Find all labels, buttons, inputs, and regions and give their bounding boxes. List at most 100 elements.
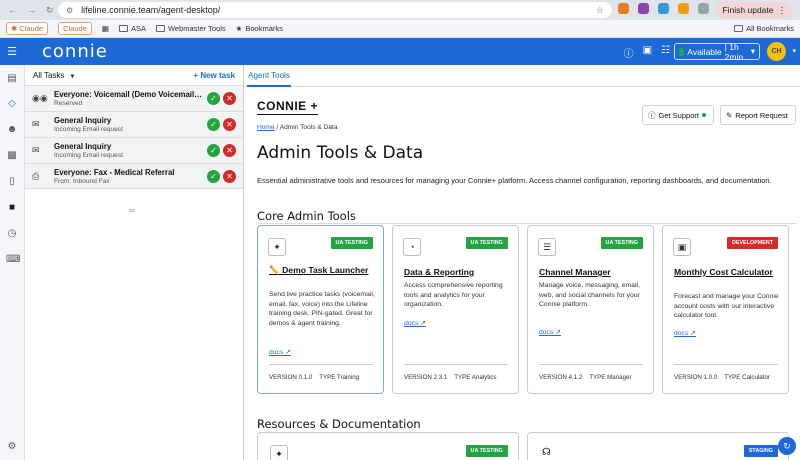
- status-badge: STAGING: [743, 445, 778, 457]
- money-icon: ▣: [673, 238, 691, 256]
- apps-icon[interactable]: ▦: [102, 24, 109, 33]
- task-title: General Inquiry: [54, 142, 112, 151]
- section-title-resources: Resources & Documentation: [257, 417, 421, 431]
- menu-icon[interactable]: ☰: [0, 45, 24, 58]
- clock-icon[interactable]: ◷: [6, 228, 18, 240]
- docs-link[interactable]: docs ↗: [539, 328, 561, 336]
- task-item[interactable]: ✉ General Inquiry Incoming Email request …: [25, 137, 243, 163]
- settings-icon[interactable]: ⚙: [6, 441, 18, 453]
- new-task-button[interactable]: + New task: [193, 71, 235, 80]
- support-icon: ⓘ: [648, 110, 656, 120]
- keyboard-icon[interactable]: ⌨: [6, 254, 20, 266]
- card-description: Forecast and manage your Connie account …: [674, 293, 779, 319]
- purple-extension-icon[interactable]: [638, 3, 649, 14]
- task-subtitle: From: Inbound Fax: [54, 177, 110, 185]
- task-subtitle: Reserved: [54, 100, 83, 107]
- task-title: Everyone: Fax - Medical Referral: [54, 167, 175, 177]
- chat-icon: ✎: [726, 110, 733, 120]
- report-request-button[interactable]: ✎ Report Request: [720, 105, 796, 125]
- card-channel-manager[interactable]: ☰ UA TESTING Channel Manager Manage voic…: [527, 225, 654, 394]
- task-item[interactable]: ✉ General Inquiry Incoming Email request …: [25, 111, 243, 137]
- bookmark-webmaster-tools[interactable]: Webmaster Tools: [155, 24, 226, 33]
- accept-button[interactable]: ✓: [207, 118, 220, 131]
- docs-link[interactable]: docs ↗: [404, 319, 426, 327]
- reject-button[interactable]: ✕: [223, 169, 236, 183]
- card-title[interactable]: Channel Manager: [539, 267, 644, 277]
- avatar-chevron-icon[interactable]: ▾: [792, 47, 796, 55]
- docs-link[interactable]: docs ↗: [269, 348, 291, 356]
- accept-button[interactable]: ✓: [207, 169, 220, 183]
- accept-button[interactable]: ✓: [207, 92, 220, 105]
- star-icon: ★: [235, 24, 243, 33]
- card-monthly-cost-calculator[interactable]: ▣ DEVELOPMENT Monthly Cost Calculator Fo…: [662, 225, 789, 394]
- all-bookmarks[interactable]: All Bookmarks: [734, 24, 794, 33]
- bookmarks-bar: ✱ Claude Claude ▦ ASA Webmaster Tools ★ Bo…: [0, 20, 800, 38]
- card-divider: [404, 364, 508, 365]
- tab-bar: Agent Tools: [244, 65, 800, 87]
- finish-update-button[interactable]: Finish update ⋮: [716, 2, 792, 18]
- forward-icon[interactable]: →: [27, 5, 36, 16]
- get-support-button[interactable]: ⓘ Get Support: [642, 105, 714, 125]
- resize-handle-icon[interactable]: ═: [129, 206, 135, 215]
- inbox-icon[interactable]: ▤: [6, 73, 18, 85]
- reject-button[interactable]: ✕: [223, 144, 236, 157]
- address-bar[interactable]: ⚙ lifeline.connie.team/agent-desktop/ ☆: [58, 2, 612, 18]
- page-description: Essential administrative tools and resou…: [257, 176, 772, 185]
- folder-icon: [118, 25, 128, 32]
- reject-button[interactable]: ✕: [223, 92, 236, 105]
- help-icon[interactable]: ⓘ: [624, 45, 634, 60]
- notes-icon[interactable]: ☷: [661, 45, 670, 60]
- extensions: [618, 3, 729, 14]
- refresh-fab-icon[interactable]: ↻: [778, 437, 796, 455]
- brand-title: CONNIE +: [257, 99, 319, 115]
- bookmark-bookmarks[interactable]: ★ Bookmarks: [236, 24, 283, 33]
- status-badge: UA TESTING: [465, 237, 508, 249]
- email-icon: ✉: [32, 145, 40, 155]
- chevron-down-icon: ▾: [750, 46, 755, 56]
- avatar[interactable]: CH: [767, 42, 786, 61]
- task-filter[interactable]: All Tasks ▼: [33, 71, 75, 80]
- task-item[interactable]: ◉◉ Everyone: Voicemail (Demo Voicemail C…: [25, 85, 243, 111]
- puzzle-extension-icon[interactable]: [698, 3, 709, 14]
- gauge-icon: ◔: [403, 238, 421, 256]
- card-title[interactable]: Data & Reporting: [404, 267, 509, 277]
- card-description: Manage voice, messaging, email, web, and…: [539, 282, 640, 308]
- url-text: lifeline.connie.team/agent-desktop/: [81, 5, 221, 15]
- car-icon[interactable]: ■: [6, 202, 18, 214]
- breadcrumb-home[interactable]: Home: [257, 124, 275, 131]
- bookmark-claude-2[interactable]: Claude: [58, 22, 92, 35]
- breadcrumb: Home / Admin Tools & Data: [257, 124, 338, 131]
- reject-button[interactable]: ✕: [223, 118, 236, 131]
- book-icon[interactable]: ▯: [6, 176, 18, 188]
- site-info-icon[interactable]: ⚙: [66, 6, 73, 15]
- card-data-reporting[interactable]: ◔ UA TESTING Data & Reporting Access com…: [392, 225, 519, 394]
- resource-card[interactable]: ✦ UA TESTING: [257, 432, 519, 460]
- monitor-icon[interactable]: ▣: [643, 45, 652, 60]
- blue-extension-icon[interactable]: [658, 3, 669, 14]
- accept-button[interactable]: ✓: [207, 144, 220, 157]
- more-icon: ⋮: [777, 4, 787, 15]
- contacts-icon[interactable]: ☻: [6, 124, 18, 136]
- bookmark-claude-1[interactable]: ✱ Claude: [6, 22, 49, 35]
- card-meta: VERSION 4.1.2 TYPE Manager: [539, 374, 632, 381]
- bookmark-star-icon[interactable]: ☆: [596, 5, 604, 16]
- docs-link[interactable]: docs ↗: [674, 329, 696, 337]
- tab-agent-tools[interactable]: Agent Tools: [247, 65, 291, 87]
- card-description: Send live practice tasks (voicemail, ema…: [269, 291, 375, 327]
- card-title[interactable]: ✏️ Demo Task Launcher: [269, 265, 374, 275]
- card-divider: [674, 364, 778, 365]
- fox-extension-icon[interactable]: [618, 3, 629, 14]
- layers-icon[interactable]: ◇: [6, 98, 18, 110]
- card-title[interactable]: Monthly Cost Calculator: [674, 267, 779, 277]
- back-icon[interactable]: ←: [8, 5, 17, 16]
- email-icon: ✉: [32, 119, 40, 129]
- reload-icon[interactable]: ↻: [46, 5, 54, 16]
- card-demo-task-launcher[interactable]: ✦ UA TESTING ✏️ Demo Task Launcher Send …: [257, 225, 384, 394]
- resource-card[interactable]: ☊ STAGING: [527, 432, 789, 460]
- sun-extension-icon[interactable]: [678, 3, 689, 14]
- directory-icon[interactable]: ▩: [6, 150, 18, 162]
- main-content: CONNIE + ⓘ Get Support ✎ Report Request …: [244, 87, 800, 460]
- bookmark-asa[interactable]: ASA: [118, 24, 146, 33]
- task-item[interactable]: ⎙ Everyone: Fax - Medical Referral From: …: [25, 163, 243, 189]
- availability-dropdown[interactable]: Available | 1h 2min ▾: [674, 42, 760, 62]
